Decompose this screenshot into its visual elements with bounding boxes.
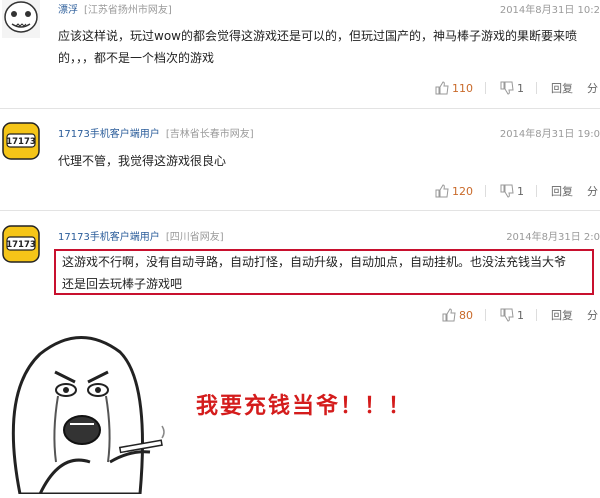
reply-button[interactable]: 回复	[551, 307, 573, 323]
comment-text: 代理不管，我觉得这游戏很良心	[58, 150, 226, 172]
thumbs-up-icon	[435, 184, 449, 198]
thumbs-up-icon	[435, 81, 449, 95]
reply-button[interactable]: 回复	[551, 80, 573, 96]
avatar[interactable]: 17173	[2, 122, 40, 160]
downvote-button[interactable]: 1	[500, 81, 524, 95]
separator	[536, 185, 537, 197]
username[interactable]: 17173手机客户端用户 [吉林省长春市网友]	[58, 125, 254, 140]
reply-label: 回复	[551, 82, 573, 95]
reply-button[interactable]: 回复	[551, 183, 573, 199]
comment-actions: 120 1 回复 分	[421, 183, 598, 199]
timestamp: 2014年8月31日 2:0	[506, 232, 600, 243]
username-text[interactable]: 17173手机客户端用户	[58, 129, 160, 140]
share-label: 分	[587, 309, 598, 322]
comment-line: 代理不管，我觉得这游戏很良心	[58, 154, 227, 168]
username[interactable]: 漂浮 [江苏省扬州市网友]	[58, 1, 172, 16]
upvote-count: 120	[452, 184, 473, 198]
thumbs-down-icon	[500, 81, 514, 95]
separator	[485, 309, 486, 321]
comment-actions: 110 1 回复 分	[421, 80, 598, 96]
downvote-count: 1	[517, 184, 524, 198]
svg-text:17173: 17173	[6, 240, 36, 250]
timestamp: 2014年8月31日 19:0	[499, 129, 600, 140]
divider	[0, 210, 600, 211]
username-text[interactable]: 17173手机客户端用户	[58, 232, 160, 243]
avatar[interactable]: 17173	[2, 225, 40, 263]
username-text[interactable]: 漂浮	[58, 5, 78, 16]
app-logo-avatar-icon: 17173	[2, 225, 40, 263]
separator	[485, 82, 486, 94]
user-location: [四川省网友]	[165, 232, 224, 243]
share-label: 分	[587, 185, 598, 198]
share-button[interactable]: 分	[587, 80, 598, 96]
divider	[0, 108, 600, 109]
svg-text:17173: 17173	[6, 137, 36, 147]
thumbs-down-icon	[500, 184, 514, 198]
comment-actions: 80 1 回复 分	[428, 307, 598, 323]
user-location: [吉林省长春市网友]	[165, 129, 254, 140]
reply-label: 回复	[551, 185, 573, 198]
downvote-count: 1	[517, 81, 524, 95]
comment-line: 应该这样说，玩过wow的都会觉得这游戏还是可以的，但玩过国产的，神马棒子游戏的果…	[58, 29, 577, 43]
red-highlight-box	[54, 249, 594, 295]
share-label: 分	[587, 82, 598, 95]
app-logo-avatar-icon: 17173	[2, 122, 40, 160]
cartoon-face-avatar-icon	[2, 0, 40, 38]
share-button[interactable]: 分	[587, 183, 598, 199]
reply-label: 回复	[551, 309, 573, 322]
separator	[536, 82, 537, 94]
upvote-count: 110	[452, 81, 473, 95]
timestamp: 2014年8月31日 10:2	[499, 5, 600, 16]
downvote-button[interactable]: 1	[500, 308, 524, 322]
upvote-button[interactable]: 80	[442, 308, 473, 322]
avatar[interactable]	[2, 0, 40, 38]
downvote-count: 1	[517, 308, 524, 322]
share-button[interactable]: 分	[587, 307, 598, 323]
meme-caption: 我要充钱当爷！！！	[196, 393, 413, 419]
username[interactable]: 17173手机客户端用户 [四川省网友]	[58, 228, 224, 243]
separator	[485, 185, 486, 197]
crying-meme-illustration	[0, 332, 200, 496]
crying-smoking-face-icon	[11, 336, 165, 496]
thumbs-down-icon	[500, 308, 514, 322]
comment-text: 应该这样说，玩过wow的都会觉得这游戏还是可以的，但玩过国产的，神马棒子游戏的果…	[58, 25, 577, 69]
user-location: [江苏省扬州市网友]	[84, 5, 172, 16]
thumbs-up-icon	[442, 308, 456, 322]
upvote-button[interactable]: 110	[435, 81, 473, 95]
downvote-button[interactable]: 1	[500, 184, 524, 198]
upvote-button[interactable]: 120	[435, 184, 473, 198]
separator	[536, 309, 537, 321]
upvote-count: 80	[459, 308, 473, 322]
comment-line: 的，，，都不是一个档次的游戏	[58, 51, 215, 65]
